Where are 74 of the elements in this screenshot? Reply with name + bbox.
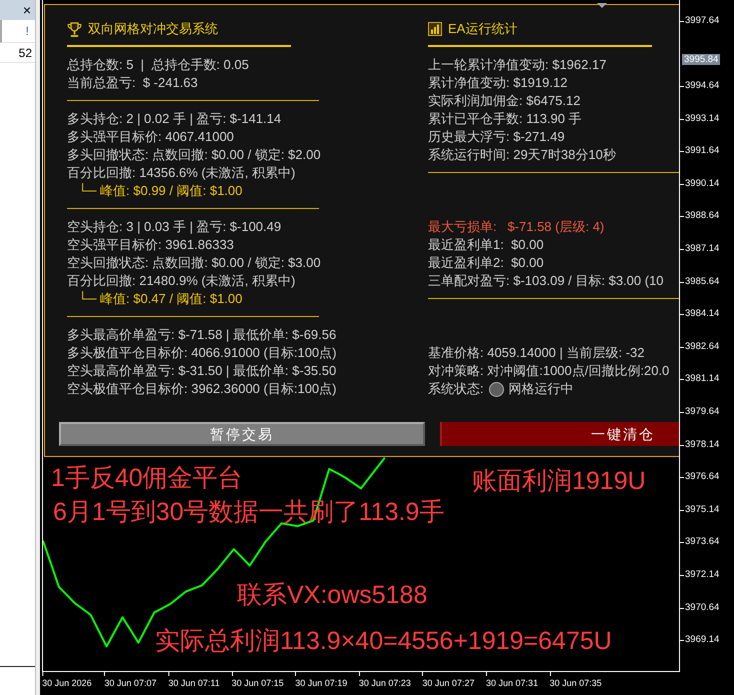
price-label: 3981.14 — [685, 373, 720, 386]
stat-line: 多头持仓: 2 | 0.02 手 | 盈亏: $-141.14 — [67, 110, 282, 128]
trophy-icon — [67, 22, 82, 36]
time-label: 30 Jun 07:27 — [422, 677, 474, 689]
time-label: 30 Jun 07:23 — [358, 677, 411, 689]
panel-title: 双向网格对冲交易系统 — [88, 20, 218, 38]
annotation-text: 实际总利润113.9×40=4556+1919=6475U — [155, 627, 612, 655]
time-label: 30 Jun 07:31 — [486, 677, 538, 689]
time-label: 30 Jun 07:15 — [232, 677, 284, 689]
peak-line: └─ 峰值: $0.99 / 阈值: $1.00 — [78, 182, 242, 200]
stat-line: 累计净值变动: $1919.12 — [428, 74, 568, 92]
stat-line: 当前总盈亏: $ -241.63 — [67, 74, 198, 92]
annotation-text: 联系VX:ows5188 — [237, 581, 428, 609]
stat-line: 基准价格: 4059.14000 | 当前层级: -32 — [428, 344, 645, 362]
table-cell-text: 52 — [18, 44, 32, 62]
price-label: 3985.64 — [685, 276, 720, 288]
status-value: 网格运行中 — [508, 380, 574, 398]
down-triangle-icon — [597, 3, 607, 8]
price-label: 3970.64 — [685, 602, 720, 614]
stat-line: 最近盈利单1: $0.00 — [428, 236, 544, 254]
stat-line: 累计已平仓手数: 113.90 手 — [428, 110, 582, 128]
stat-line: 历史最大浮亏: $-271.49 — [428, 128, 565, 146]
price-label: 3990.14 — [685, 178, 720, 190]
stat-line: 百分比回撤: 14356.6% (未激活, 积累中) — [67, 164, 296, 182]
stat-line: 对冲策略: 对冲阈值:1000点/回撤比例:20.0 — [428, 362, 670, 380]
status-dot-icon — [488, 382, 504, 396]
stat-line: 总持仓数: 5 | 总持仓手数: 0.05 — [67, 56, 249, 74]
stat-line: 最近盈利单2: $0.00 — [428, 254, 544, 272]
stat-line: 系统运行时间: 29天7时38分10秒 — [428, 146, 616, 164]
price-label: 3975.14 — [685, 504, 720, 516]
column-header: ! — [26, 23, 29, 40]
price-label: 3978.14 — [685, 438, 720, 451]
time-label: 30 Jun 07:35 — [550, 677, 602, 689]
close-button[interactable]: × — [22, 3, 31, 17]
annotation-text: 1手反40佣金平台 — [51, 464, 243, 492]
price-label: 3988.64 — [685, 210, 720, 222]
stat-line: 百分比回撤: 21480.9% (未激活, 积累中) — [67, 272, 296, 290]
stat-line: 空头最高价单盈亏: $-31.50 | 最低价单: $-35.50 — [67, 362, 336, 380]
price-label: 3972.14 — [685, 569, 720, 582]
annotation-text: 账面利润1919U — [472, 467, 646, 495]
panel-title: EA运行统计 — [448, 20, 518, 38]
stat-line: 多头回撤状态: 点数回撤: $0.00 / 锁定: $2.00 — [67, 146, 321, 164]
stat-line: 空头强平目标价: 3961.86333 — [67, 236, 234, 254]
price-label: 3994.64 — [685, 80, 720, 92]
stat-line: 空头持仓: 3 | 0.03 手 | 盈亏: $-100.49 — [67, 218, 282, 236]
price-label: 3991.64 — [685, 145, 720, 158]
time-label: 30 Jun 07:07 — [104, 677, 156, 689]
time-label: 30 Jun 07:19 — [295, 677, 348, 689]
stat-line: 三单配对盈亏: $-103.09 / 目标: $3.00 (10 — [428, 272, 664, 290]
price-label: 3979.64 — [685, 406, 720, 418]
stat-line: 空头极值平仓目标价: 3962.36000 (目标:100点) — [67, 380, 336, 398]
alert-line: 最大亏损单: $-71.58 (层级: 4) — [428, 218, 604, 236]
stat-line: 多头强平目标价: 4067.41000 — [67, 128, 234, 146]
price-label: 3997.64 — [685, 14, 720, 27]
price-label: 3982.64 — [685, 340, 720, 353]
bar-chart-icon — [428, 22, 442, 36]
stat-line: 空头回撤状态: 点数回撤: $0.00 / 锁定: $3.00 — [67, 254, 321, 272]
price-label: 3973.64 — [685, 536, 720, 548]
price-label: 3976.64 — [685, 471, 720, 484]
price-label: 3987.14 — [685, 242, 720, 255]
time-label: 30 Jun 2026 — [42, 677, 92, 689]
stat-line: 上一轮累计净值变动: $1962.17 — [428, 56, 606, 74]
price-label: 3993.14 — [685, 112, 720, 124]
price-label: 3969.14 — [685, 634, 720, 646]
stat-line: 实际利润加佣金: $6475.12 — [428, 92, 580, 110]
status-label: 系统状态: — [428, 380, 484, 398]
pause-button[interactable]: 暂停交易 — [59, 422, 425, 446]
time-label: 30 Jun 07:11 — [168, 677, 220, 689]
peak-line: └─ 峰值: $0.47 / 阈值: $1.00 — [78, 290, 242, 308]
stat-line: 多头最高价单盈亏: $-71.58 | 最低价单: $-69.56 — [67, 326, 336, 344]
current-price-label: 3995.84 — [682, 54, 720, 65]
close-all-button[interactable]: 一键清仓 — [440, 422, 679, 446]
stat-line: 多头极值平仓目标价: 4066.91000 (目标:100点) — [67, 344, 336, 362]
price-label: 3984.14 — [685, 308, 720, 320]
